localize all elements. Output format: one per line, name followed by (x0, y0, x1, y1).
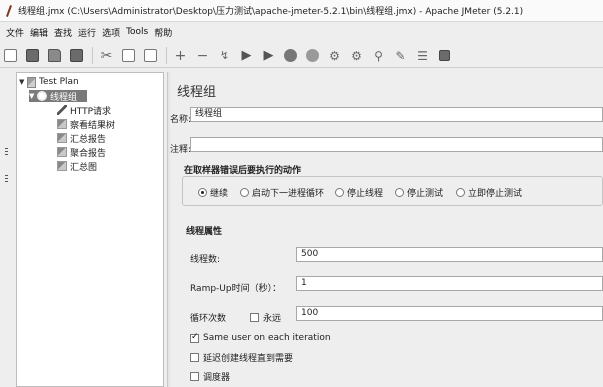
save-icon[interactable] (68, 47, 85, 64)
new-icon[interactable] (2, 47, 19, 64)
radio-stop-test[interactable]: 停止测试 (395, 186, 443, 199)
checkbox-box[interactable] (190, 372, 199, 381)
menu-options[interactable]: 选项 (102, 26, 120, 39)
help-icon[interactable] (436, 47, 453, 64)
tree-item-summary-graph[interactable]: 汇总图 (57, 160, 97, 173)
paste-icon[interactable] (142, 47, 159, 64)
tree-item-view-results-tree[interactable]: 察看结果树 (57, 118, 115, 131)
threads-label: 线程数: (190, 255, 221, 265)
clear-icon[interactable]: ⚙ (326, 47, 343, 64)
expand-arrow-icon[interactable]: ▼ (29, 92, 37, 100)
menu-run[interactable]: 运行 (78, 26, 96, 39)
radio-dot[interactable] (240, 188, 249, 197)
toggle-icon[interactable]: ↯ (216, 47, 233, 64)
radio-stop-test-now[interactable]: 立即停止测试 (456, 186, 522, 199)
reset-search-icon[interactable]: ✎ (392, 47, 409, 64)
tree-item-summary-report[interactable]: 汇总报告 (57, 132, 106, 145)
start-icon[interactable]: ▶ (238, 47, 255, 64)
loop-count-field[interactable]: 100 (296, 306, 603, 321)
window-titlebar: 线程组.jmx (C:\Users\Administrator\Desktop\… (0, 0, 603, 22)
checkbox-box[interactable] (250, 313, 259, 322)
jmeter-feather-icon (4, 5, 14, 17)
scheduler-checkbox[interactable]: 调度器 (190, 370, 230, 383)
comment-label: 注释: (170, 145, 192, 155)
shutdown-icon[interactable] (304, 47, 321, 64)
same-user-checkbox[interactable]: Same user on each iteration (190, 332, 331, 343)
copy-icon[interactable] (120, 47, 137, 64)
window-title: 线程组.jmx (C:\Users\Administrator\Desktop\… (18, 7, 524, 17)
thread-group-icon (37, 91, 47, 101)
threads-field[interactable]: 500 (296, 247, 603, 262)
delay-thread-creation-checkbox[interactable]: 延迟创建线程直到需要 (190, 351, 293, 364)
listener-icon (57, 147, 67, 157)
function-helper-icon[interactable]: ☰ (414, 47, 431, 64)
radio-dot[interactable] (335, 188, 344, 197)
stop-icon[interactable] (282, 47, 299, 64)
tree-item-thread-group[interactable]: ▼ 线程组 (29, 90, 87, 103)
menu-help[interactable]: 帮助 (154, 26, 172, 39)
rampup-label: Ramp-Up时间（秒）： (190, 284, 282, 294)
radio-dot[interactable] (395, 188, 404, 197)
start-no-pause-icon[interactable]: ▶ (260, 47, 277, 64)
menu-edit[interactable]: 编辑 (30, 26, 48, 39)
toolbar: ✂ + − ↯ ▶ ▶ ⚙ ⚙ ⚲ ✎ ☰ (0, 44, 603, 68)
menu-bar: 文件 编辑 查找 运行 选项 Tools 帮助 (0, 24, 603, 40)
tree-item-aggregate-report[interactable]: 聚合报告 (57, 146, 106, 159)
radio-continue[interactable]: 继续 (198, 186, 228, 199)
name-field[interactable]: 线程组 (190, 107, 603, 122)
open-icon[interactable] (46, 47, 63, 64)
test-plan-icon (27, 76, 36, 88)
radio-dot[interactable] (456, 188, 465, 197)
expand-icon[interactable]: + (172, 47, 189, 64)
radio-start-next-loop[interactable]: 启动下一进程循环 (240, 186, 324, 199)
menu-tools[interactable]: Tools (126, 27, 148, 37)
menu-file[interactable]: 文件 (6, 26, 24, 39)
cut-icon[interactable]: ✂ (98, 47, 115, 64)
collapse-icon[interactable]: − (194, 47, 211, 64)
listener-icon (57, 119, 67, 129)
name-label: 名称: (170, 115, 192, 125)
tree-item-http-request[interactable]: HTTP请求 (57, 104, 111, 117)
expand-arrow-icon[interactable]: ▼ (19, 78, 27, 86)
splitter-handle[interactable] (5, 175, 9, 187)
search-icon[interactable]: ⚲ (370, 47, 387, 64)
sampler-error-section-title: 在取样器错误后要执行的动作 (184, 166, 302, 176)
toolbar-separator (92, 47, 93, 64)
listener-icon (57, 133, 67, 143)
templates-icon[interactable] (24, 47, 41, 64)
listener-icon (57, 161, 67, 171)
thread-group-panel: 线程组 名称: 线程组 注释: 在取样器错误后要执行的动作 继续 启动下一进程循… (170, 72, 603, 387)
radio-dot[interactable] (198, 188, 207, 197)
checkbox-box[interactable] (190, 353, 199, 362)
comment-field[interactable] (190, 137, 603, 152)
clear-all-icon[interactable]: ⚙ (348, 47, 365, 64)
forever-checkbox[interactable]: 永远 (250, 311, 281, 324)
toolbar-separator (166, 47, 167, 64)
splitter-handle[interactable] (5, 148, 9, 160)
checkbox-box[interactable] (190, 332, 199, 343)
panel-title: 线程组 (177, 85, 217, 100)
sampler-pen-icon (57, 105, 67, 115)
loop-count-label: 循环次数 (190, 314, 227, 324)
test-plan-tree: ▼ Test Plan ▼ 线程组 HTTP请求 察看结果树 汇总报告 聚合报告… (16, 72, 164, 387)
rampup-field[interactable]: 1 (296, 276, 603, 291)
menu-search[interactable]: 查找 (54, 26, 72, 39)
tree-item-test-plan[interactable]: ▼ Test Plan (19, 76, 79, 88)
radio-stop-thread[interactable]: 停止线程 (335, 186, 383, 199)
thread-properties-section-title: 线程属性 (186, 227, 223, 237)
